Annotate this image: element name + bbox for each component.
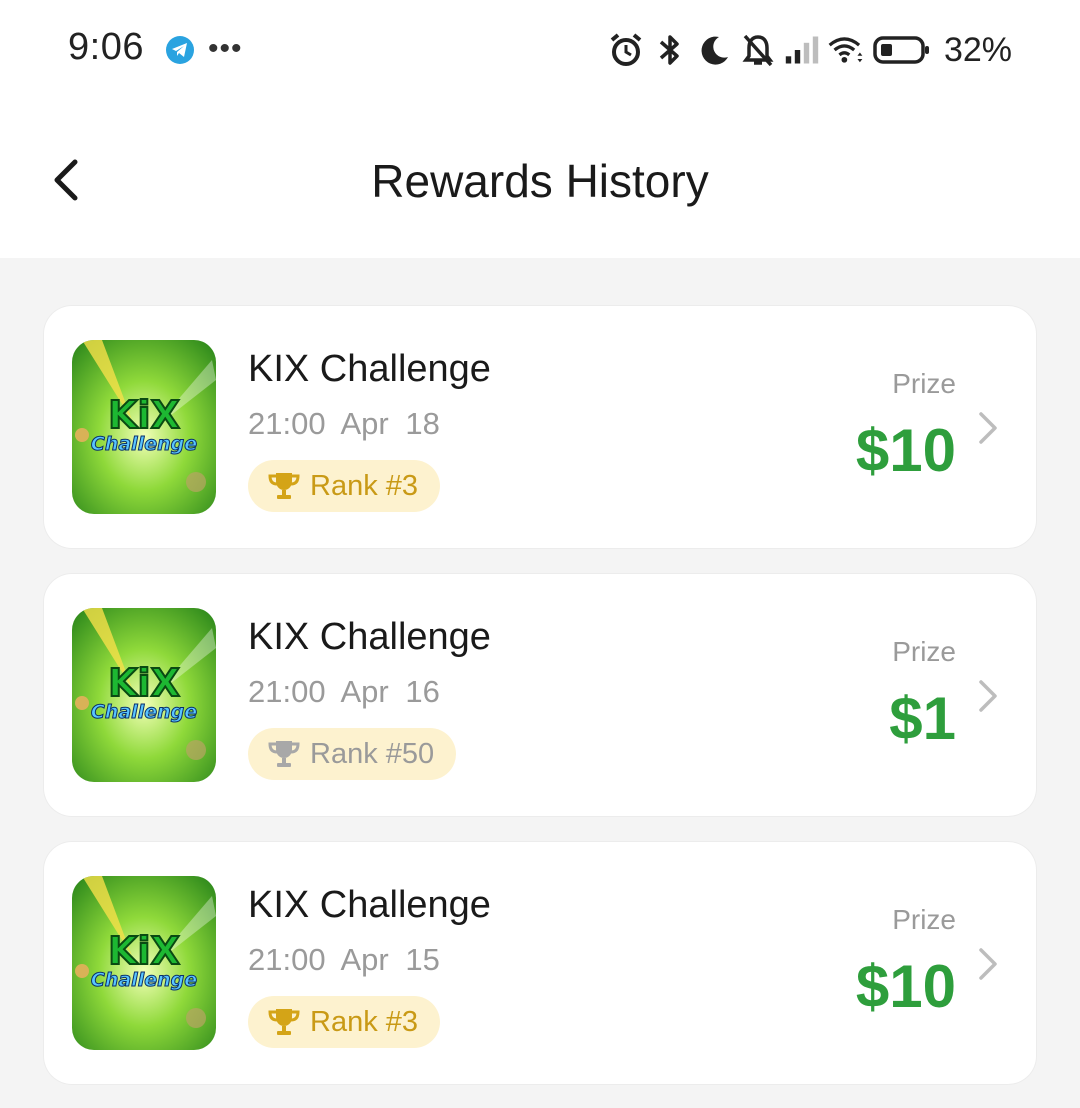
prize-value: $1 xyxy=(889,685,956,752)
header: Rewards History xyxy=(0,120,1080,240)
kix-challenge-thumbnail: KiX Challenge xyxy=(72,608,216,782)
rank-label: Rank #50 xyxy=(310,737,435,770)
bluetooth-icon xyxy=(652,30,688,70)
prize-value: $10 xyxy=(855,417,956,484)
reward-card[interactable]: KiX Challenge KIX Challenge 21:00 Apr 18… xyxy=(44,306,1036,548)
rank-badge: Rank #50 xyxy=(248,728,457,780)
status-icons: 32% xyxy=(608,28,1012,72)
status-bar: 9:06 ••• 32% xyxy=(0,0,1080,100)
prize-label: Prize xyxy=(892,636,956,667)
reward-card[interactable]: KiX Challenge KIX Challenge 21:00 Apr 15… xyxy=(44,842,1036,1084)
chevron-right-icon xyxy=(979,412,997,444)
alarm-icon xyxy=(608,30,644,70)
logo-text-secondary: Challenge xyxy=(91,969,197,991)
logo-text-primary: KiX xyxy=(108,929,180,973)
prize-label: Prize xyxy=(892,904,956,935)
battery-percentage: 32% xyxy=(943,30,1012,69)
rank-label: Rank #3 xyxy=(310,1005,419,1038)
telegram-icon xyxy=(166,36,194,64)
kix-challenge-thumbnail: KiX Challenge xyxy=(72,876,216,1050)
trophy-icon xyxy=(268,741,300,767)
logo-text-secondary: Challenge xyxy=(91,701,197,723)
trophy-icon xyxy=(268,1009,300,1035)
kix-challenge-thumbnail: KiX Challenge xyxy=(72,340,216,514)
reward-card[interactable]: KiX Challenge KIX Challenge 21:00 Apr 16… xyxy=(44,574,1036,816)
rank-label: Rank #3 xyxy=(310,469,419,502)
trophy-icon xyxy=(268,473,300,499)
signal-icon xyxy=(784,30,820,70)
rewards-list: KiX Challenge KIX Challenge 21:00 Apr 18… xyxy=(44,306,1036,1108)
rank-badge: Rank #3 xyxy=(248,460,441,512)
prize-value: $10 xyxy=(855,953,956,1020)
more-dots-icon: ••• xyxy=(208,32,243,65)
chevron-right-icon xyxy=(979,948,997,980)
status-time: 9:06 xyxy=(68,26,144,68)
chevron-right-icon xyxy=(979,680,997,712)
challenge-title: KIX Challenge xyxy=(248,884,491,926)
logo-text-primary: KiX xyxy=(108,661,180,705)
prize-label: Prize xyxy=(892,368,956,399)
rank-badge: Rank #3 xyxy=(248,996,441,1048)
challenge-time: 21:00 Apr 15 xyxy=(248,942,440,977)
battery-icon xyxy=(872,30,932,70)
page-title: Rewards History xyxy=(371,155,709,207)
logo-text-secondary: Challenge xyxy=(91,433,197,455)
challenge-time: 21:00 Apr 18 xyxy=(248,406,440,441)
do-not-disturb-moon-icon xyxy=(696,30,732,70)
challenge-title: KIX Challenge xyxy=(248,616,491,658)
bell-off-icon xyxy=(740,30,776,70)
challenge-title: KIX Challenge xyxy=(248,348,491,390)
logo-text-primary: KiX xyxy=(108,393,180,437)
wifi-icon xyxy=(828,30,864,70)
challenge-time: 21:00 Apr 16 xyxy=(248,674,440,709)
